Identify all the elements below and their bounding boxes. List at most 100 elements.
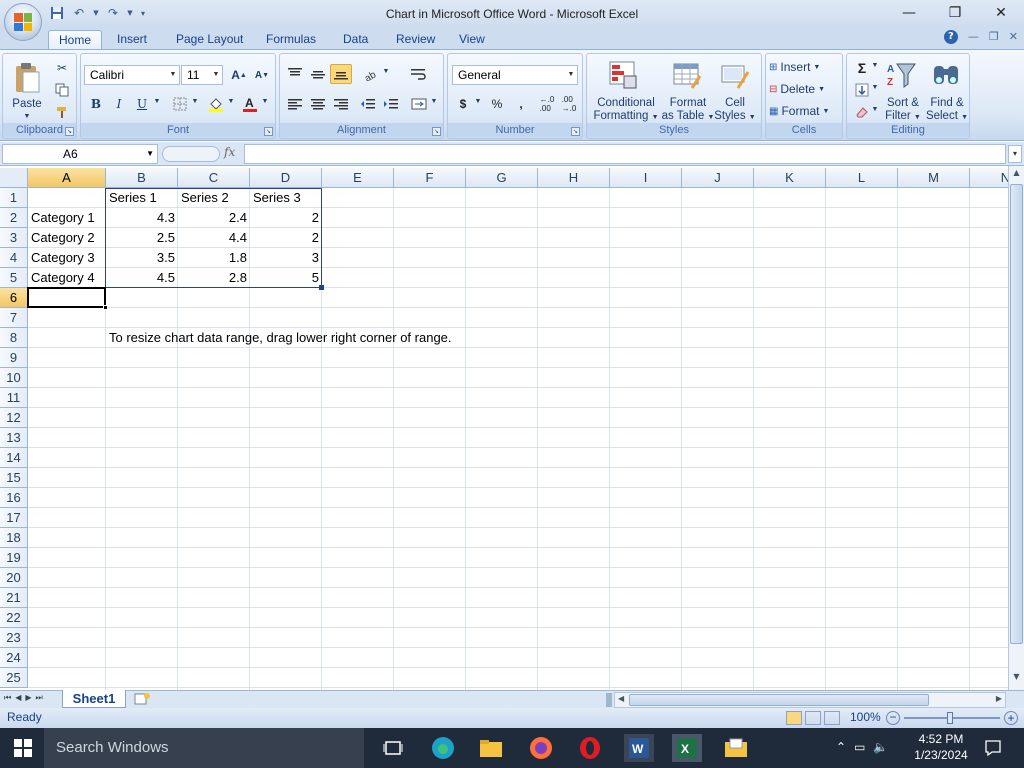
workbook-close-icon[interactable]: ✕ [1009, 30, 1018, 44]
row-header-20[interactable]: 20 [0, 568, 28, 588]
cell-c4[interactable]: 1.8 [178, 248, 250, 268]
find-select-icon[interactable] [929, 58, 963, 92]
insert-function-button[interactable]: fx [224, 145, 235, 159]
row-header-12[interactable]: 12 [0, 408, 28, 428]
orientation-dropdown-icon[interactable]: ▼ [382, 68, 390, 75]
decrease-indent-icon[interactable] [357, 94, 379, 114]
merge-dropdown-icon[interactable]: ▼ [430, 98, 438, 105]
increase-decimal-icon[interactable]: ←.0.00 [536, 94, 558, 114]
workbook-minimize-icon[interactable]: — [968, 30, 979, 44]
column-header-b[interactable]: B [106, 168, 178, 188]
insert-cells-button[interactable]: ⊞ Insert ▼ [769, 58, 841, 76]
zoom-out-icon[interactable]: − [886, 711, 900, 725]
mail-folder-icon[interactable] [721, 734, 751, 762]
cell-a3[interactable]: Category 2 [28, 228, 98, 248]
clear-dropdown-icon[interactable]: ▼ [871, 106, 879, 113]
increase-indent-icon[interactable] [380, 94, 402, 114]
align-center-icon[interactable] [307, 94, 329, 114]
borders-icon[interactable] [169, 94, 191, 114]
range-resize-handle[interactable] [319, 285, 324, 290]
number-launcher-icon[interactable]: ↘ [571, 127, 580, 136]
tab-view[interactable]: View [449, 30, 495, 50]
horizontal-scroll-thumb[interactable] [629, 694, 929, 706]
tab-formulas[interactable]: Formulas [256, 30, 326, 50]
row-header-9[interactable]: 9 [0, 348, 28, 368]
zoom-level[interactable]: 100% [850, 710, 881, 724]
column-header-l[interactable]: L [826, 168, 898, 188]
expand-formula-bar-icon[interactable]: ▾ [1008, 145, 1022, 163]
row-header-16[interactable]: 16 [0, 488, 28, 508]
conditional-formatting-icon[interactable] [607, 58, 639, 92]
workbook-restore-icon[interactable]: ❐ [989, 30, 999, 44]
paste-button[interactable] [9, 58, 45, 98]
font-name-select[interactable]: Calibri ▼ [84, 65, 180, 85]
cell-c5[interactable]: 2.8 [178, 268, 250, 288]
customize-qat-icon[interactable]: ▾ [138, 5, 148, 21]
normal-view-icon[interactable] [786, 711, 802, 725]
autosum-dropdown-icon[interactable]: ▼ [871, 62, 879, 69]
close-button[interactable]: ✕ [978, 0, 1024, 26]
select-all-corner[interactable] [0, 168, 28, 188]
column-header-c[interactable]: C [178, 168, 250, 188]
cell-a2[interactable]: Category 1 [28, 208, 98, 228]
cell-b8[interactable]: To resize chart data range, drag lower r… [106, 328, 455, 348]
active-cell[interactable] [27, 287, 106, 308]
format-cells-button[interactable]: ▦ Format ▼ [769, 102, 841, 120]
decrease-decimal-icon[interactable]: .00 →.0 [558, 94, 580, 114]
page-break-view-icon[interactable] [824, 711, 840, 725]
fill-handle[interactable] [103, 305, 108, 310]
worksheet-grid[interactable]: A B C D E F G H I J K L M N 1 2 3 4 5 6 7 8 9 10 11 12 13 14 15 16 17 1… [0, 168, 1008, 690]
tab-review[interactable]: Review [386, 30, 445, 50]
undo-icon[interactable]: ↶ [70, 5, 88, 21]
column-header-d[interactable]: D [250, 168, 322, 188]
file-explorer-icon[interactable] [476, 734, 506, 762]
undo-dropdown-icon[interactable]: ▼ [92, 5, 100, 21]
format-as-table-button[interactable]: as Table ▼ [661, 110, 715, 124]
percent-button[interactable]: % [486, 94, 508, 114]
tab-insert[interactable]: Insert [107, 30, 157, 50]
clipboard-launcher-icon[interactable]: ↘ [65, 127, 74, 136]
excel-icon[interactable]: X [672, 734, 702, 762]
comma-button[interactable]: , [510, 94, 532, 114]
align-bottom-icon[interactable] [330, 64, 352, 84]
align-left-icon[interactable] [284, 94, 306, 114]
cell-d1[interactable]: Series 3 [250, 188, 304, 208]
align-middle-icon[interactable] [307, 64, 329, 84]
fill-icon[interactable] [851, 80, 873, 100]
row-header-6[interactable]: 6 [0, 288, 28, 308]
font-launcher-icon[interactable]: ↘ [264, 127, 273, 136]
orientation-icon[interactable]: ab [360, 64, 382, 84]
fill-dropdown-icon[interactable]: ▼ [871, 84, 879, 91]
column-header-g[interactable]: G [466, 168, 538, 188]
column-header-m[interactable]: M [898, 168, 970, 188]
cell-d4[interactable]: 3 [250, 248, 322, 268]
bold-button[interactable]: B [85, 94, 107, 114]
tab-home[interactable]: Home [48, 30, 103, 50]
row-header-18[interactable]: 18 [0, 528, 28, 548]
column-header-j[interactable]: J [682, 168, 754, 188]
borders-dropdown-icon[interactable]: ▼ [191, 98, 199, 105]
cell-a4[interactable]: Category 3 [28, 248, 98, 268]
next-sheet-icon[interactable]: ▶ [25, 693, 31, 703]
row-header-7[interactable]: 7 [0, 308, 28, 328]
cell-b2[interactable]: 4.3 [106, 208, 178, 228]
zoom-in-icon[interactable]: + [1004, 711, 1018, 725]
cell-d2[interactable]: 2 [250, 208, 322, 228]
scroll-down-icon[interactable]: ▼ [1010, 672, 1023, 686]
row-header-1[interactable]: 1 [0, 188, 28, 208]
format-as-table-icon[interactable] [671, 58, 703, 92]
cut-icon[interactable]: ✂ [51, 58, 73, 78]
row-header-23[interactable]: 23 [0, 628, 28, 648]
number-format-select[interactable]: General ▼ [452, 65, 578, 85]
grow-font-icon[interactable]: A ▲ [228, 65, 250, 85]
copy-icon[interactable] [51, 80, 73, 100]
formula-input[interactable] [244, 144, 1006, 164]
merge-center-icon[interactable] [408, 94, 430, 114]
save-icon[interactable] [48, 5, 66, 21]
first-sheet-icon[interactable]: ⏮ [4, 693, 11, 703]
row-header-2[interactable]: 2 [0, 208, 28, 228]
row-header-5[interactable]: 5 [0, 268, 28, 288]
column-header-k[interactable]: K [754, 168, 826, 188]
wrap-text-icon[interactable] [408, 64, 430, 84]
edge-icon[interactable] [428, 734, 458, 762]
